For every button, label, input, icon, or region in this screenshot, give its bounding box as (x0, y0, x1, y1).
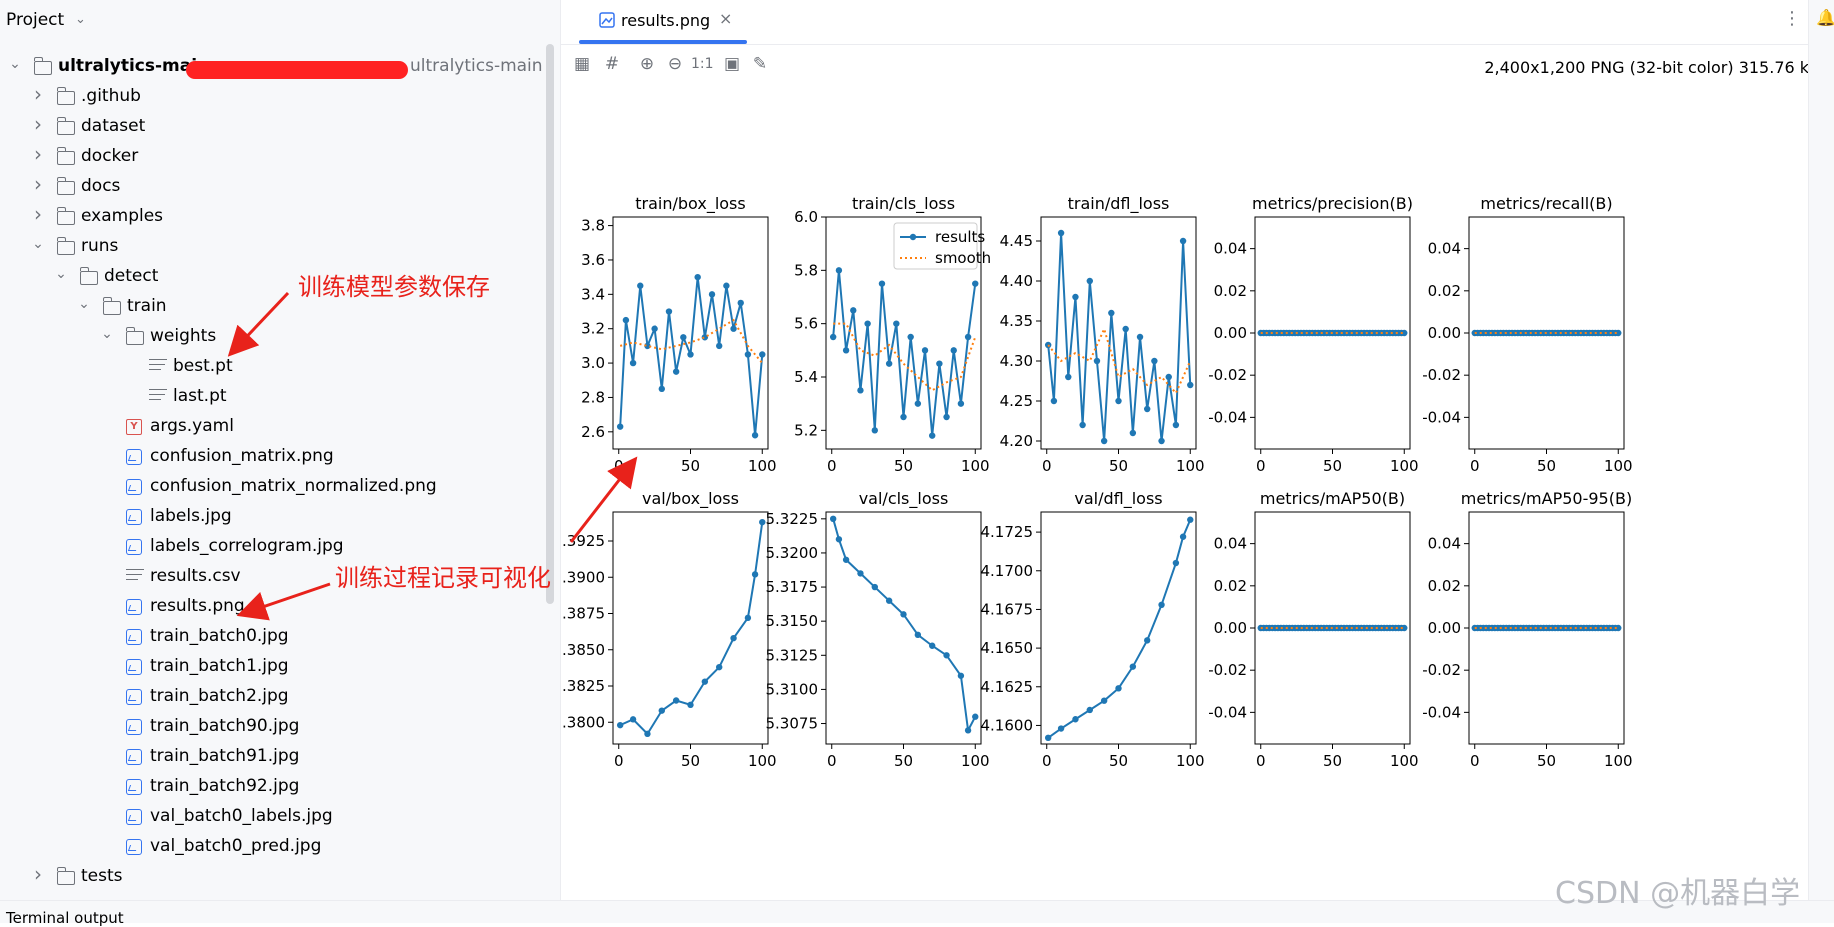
terminal-tab[interactable]: Terminal output (6, 909, 124, 927)
arrow-to-results (236, 582, 331, 621)
annotation-arrows (227, 291, 638, 621)
arrow-to-plot (569, 456, 638, 543)
arrow-to-weights (227, 291, 290, 357)
watermark: CSDN @机器白学 (1555, 876, 1801, 911)
